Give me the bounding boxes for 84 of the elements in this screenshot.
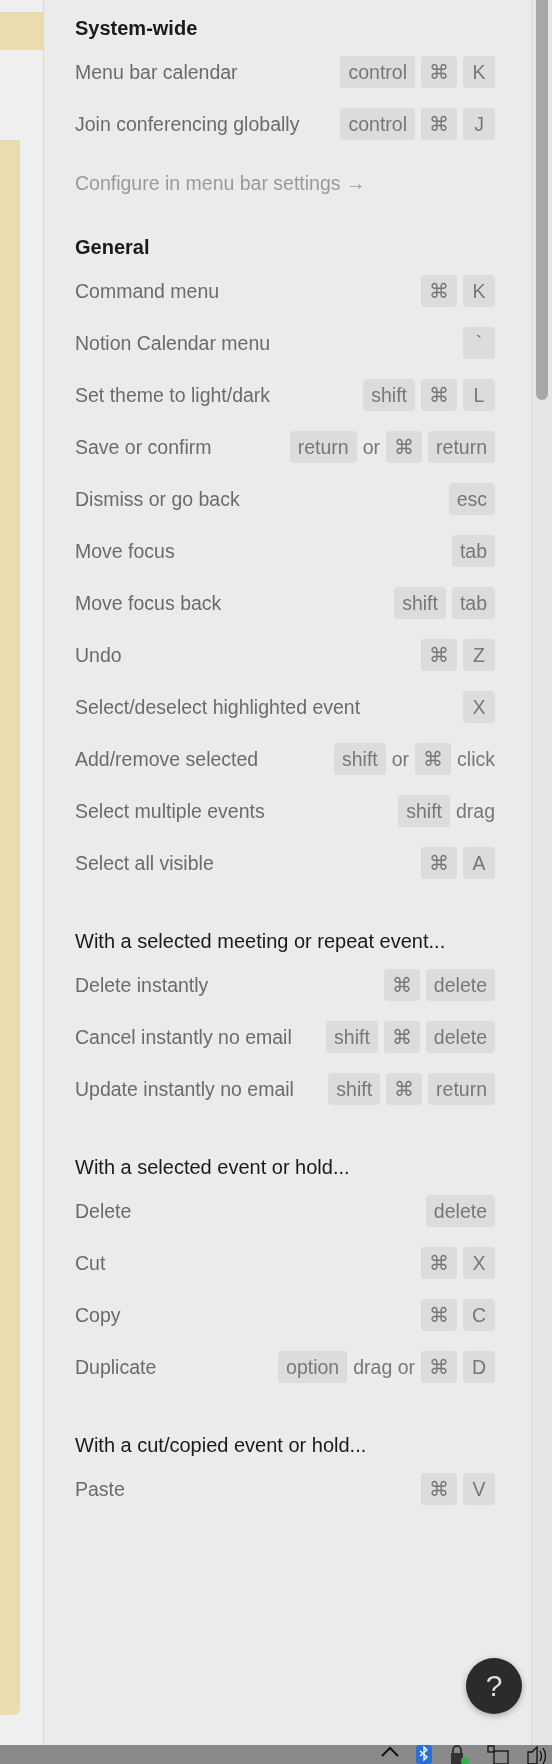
shortcut-label: Delete instantly <box>75 972 209 998</box>
key-cap: shift <box>326 1021 378 1053</box>
key-cap: ⌘ <box>421 1351 457 1383</box>
key-cap: D <box>463 1351 495 1383</box>
key-cap: ⌘ <box>386 1073 423 1105</box>
key-cap: tab <box>451 587 495 619</box>
shortcut-label: Notion Calendar menu <box>75 330 271 356</box>
key-cap: return <box>428 431 495 463</box>
shortcut-text: or <box>362 435 381 459</box>
shortcut-text: click <box>457 747 495 771</box>
chevron-up-icon[interactable] <box>380 1745 400 1757</box>
help-button[interactable]: ? <box>466 1658 522 1714</box>
shortcut-label: Cut <box>75 1250 106 1276</box>
shortcut-label: Undo <box>75 642 122 668</box>
key-cap: ⌘ <box>415 743 452 775</box>
shortcut-label: Cancel instantly no email <box>75 1024 292 1050</box>
key-cap: tab <box>451 535 495 567</box>
key-cap: K <box>463 275 495 307</box>
key-cap: shift <box>363 379 415 411</box>
shortcut-label: Update instantly no email <box>75 1076 294 1102</box>
shortcut-label: Select/deselect highlighted event <box>75 694 361 720</box>
key-cap: return <box>428 1073 495 1105</box>
speaker-icon[interactable] <box>526 1745 548 1764</box>
shortcut-label: Duplicate <box>75 1354 157 1380</box>
key-cap: V <box>463 1473 495 1505</box>
key-cap: C <box>463 1299 495 1331</box>
key-cap: shift <box>398 795 450 827</box>
key-cap: delete <box>425 1195 495 1227</box>
bluetooth-icon[interactable] <box>416 1745 432 1764</box>
shortcut-label: Add/remove selected <box>75 746 259 772</box>
section-heading: With a selected event or hold... <box>75 1154 351 1180</box>
shortcut-label: Delete <box>75 1198 132 1224</box>
section-heading: With a cut/copied event or hold... <box>75 1432 368 1458</box>
key-cap: X <box>463 1247 495 1279</box>
shortcut-label: Set theme to light/dark <box>75 382 271 408</box>
key-cap: ⌘ <box>421 1299 457 1331</box>
key-cap: ⌘ <box>386 431 423 463</box>
shortcut-text: drag or <box>353 1355 415 1379</box>
key-cap: shift <box>328 1073 381 1105</box>
lock-icon[interactable] <box>448 1745 470 1764</box>
key-cap: option <box>278 1351 348 1383</box>
key-cap: ⌘ <box>383 1021 420 1053</box>
shortcut-label: Save or confirm <box>75 434 212 460</box>
network-icon[interactable] <box>486 1745 510 1764</box>
key-cap: ⌘ <box>421 108 457 140</box>
key-cap: return <box>289 431 357 463</box>
shortcut-label: Copy <box>75 1302 121 1328</box>
key-cap: ⌘ <box>421 275 457 307</box>
shortcut-label: Move focus back <box>75 590 222 616</box>
key-cap: ⌘ <box>383 969 420 1001</box>
section-heading: System-wide <box>75 15 199 41</box>
key-cap: delete <box>425 1021 495 1053</box>
key-cap: ⌘ <box>421 379 457 411</box>
key-cap: ⌘ <box>421 639 457 671</box>
shortcut-text: drag <box>455 799 495 823</box>
key-cap: ⌘ <box>421 847 457 879</box>
shortcut-label: Join conferencing globally <box>75 111 300 137</box>
key-cap: ` <box>463 327 495 359</box>
shortcut-label: Dismiss or go back <box>75 486 240 512</box>
key-cap: esc <box>448 483 495 515</box>
key-cap: X <box>463 691 495 723</box>
key-cap: J <box>463 108 495 140</box>
shortcut-label: Command menu <box>75 278 220 304</box>
key-cap: ⌘ <box>421 56 457 88</box>
key-cap: delete <box>425 969 495 1001</box>
key-cap: Z <box>463 639 495 671</box>
key-cap: ⌘ <box>421 1247 457 1279</box>
key-cap: shift <box>333 743 386 775</box>
shortcut-text: or <box>391 747 410 771</box>
key-cap: control <box>340 108 415 140</box>
key-cap: K <box>463 56 495 88</box>
shortcut-label: Paste <box>75 1476 125 1502</box>
section-heading: With a selected meeting or repeat event... <box>75 928 447 954</box>
shortcut-label: Select multiple events <box>75 798 265 824</box>
section-heading: General <box>75 234 151 260</box>
shortcut-label: Menu bar calendar <box>75 59 238 85</box>
key-cap: shift <box>394 587 446 619</box>
shortcut-label: Move focus <box>75 538 175 564</box>
key-cap: ⌘ <box>421 1473 457 1505</box>
shortcut-label: Select all visible <box>75 850 214 876</box>
key-cap: L <box>463 379 495 411</box>
key-cap: control <box>340 56 415 88</box>
scrollbar-thumb[interactable] <box>536 0 548 400</box>
key-cap: A <box>463 847 495 879</box>
